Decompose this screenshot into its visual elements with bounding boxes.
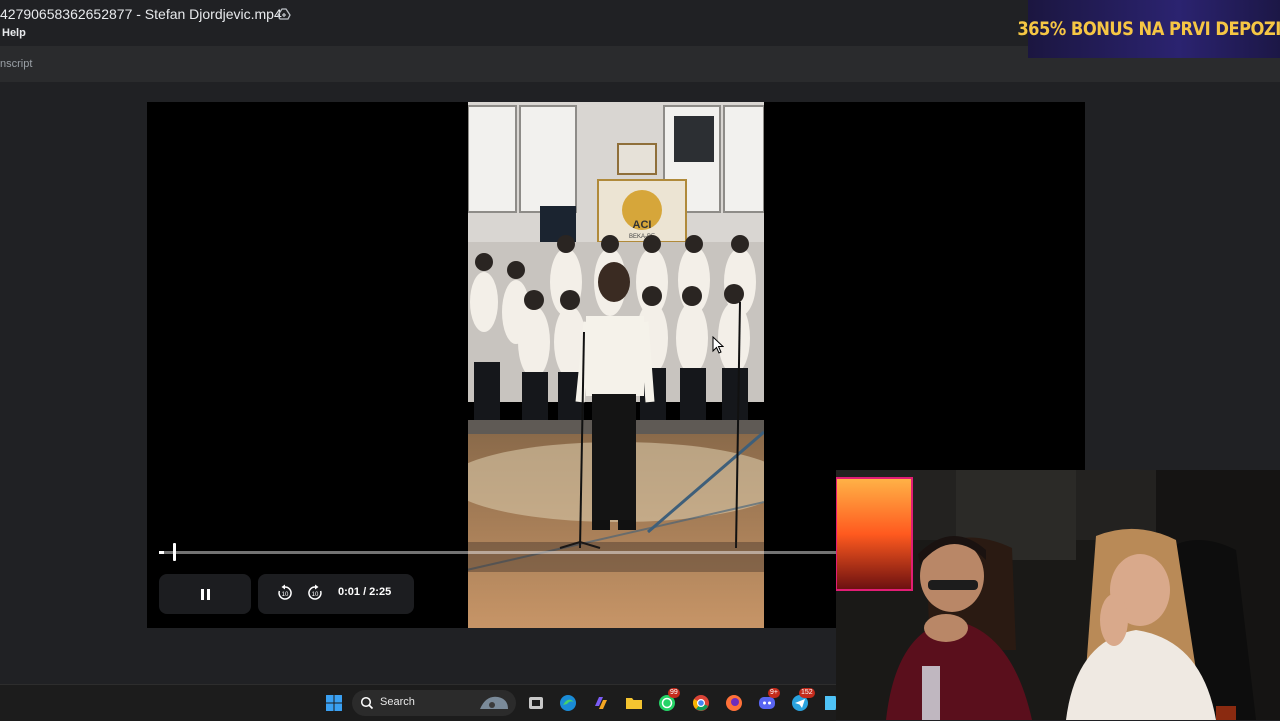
file-explorer-icon[interactable] <box>625 694 643 712</box>
svg-text:ACI: ACI <box>633 219 652 231</box>
progress-fill <box>159 551 164 554</box>
svg-text:10: 10 <box>312 592 319 598</box>
file-title: 4279065836265​2877 - Stefan Djordjevic.m… <box>0 6 282 22</box>
notepad-icon[interactable] <box>824 694 836 712</box>
progress-handle[interactable] <box>173 543 176 561</box>
search-icon <box>360 696 374 710</box>
search-highlight-icon <box>480 696 508 709</box>
rewind-10-icon[interactable]: 10 <box>276 584 294 602</box>
taskbar: Search 99 9+ 152 <box>0 684 836 721</box>
mouse-cursor-icon <box>712 336 724 354</box>
copilot-icon[interactable] <box>592 694 610 712</box>
webcam-overlay <box>836 470 1280 720</box>
video-frame[interactable]: ACI BEKA-BE <box>468 102 764 628</box>
ad-banner[interactable]: 365% BONUS NA PRVI DEPOZIT <box>1017 0 1280 58</box>
forward-10-icon[interactable]: 10 <box>306 584 324 602</box>
add-to-drive-icon[interactable] <box>276 7 292 23</box>
tab-transcript[interactable]: nscript <box>0 58 32 70</box>
pause-button[interactable] <box>159 574 251 614</box>
chrome-icon[interactable] <box>692 694 710 712</box>
windows-start-icon[interactable] <box>325 694 343 712</box>
taskbar-search[interactable]: Search <box>352 690 516 716</box>
video-scene-image: ACI BEKA-BE <box>468 102 764 628</box>
webcam-image <box>836 470 1280 720</box>
svg-text:10: 10 <box>282 592 289 598</box>
whatsapp-badge: 99 <box>668 688 680 698</box>
progress-track[interactable] <box>159 551 859 554</box>
edge-icon[interactable] <box>559 694 577 712</box>
firefox-icon[interactable] <box>725 694 743 712</box>
menu-help[interactable]: Help <box>2 27 26 39</box>
discord-badge: 9+ <box>768 688 780 698</box>
telegram-badge: 152 <box>799 688 815 698</box>
task-view-icon[interactable] <box>527 694 545 712</box>
time-display: 0:01 / 2:25 <box>338 586 392 598</box>
seek-controls: 10 10 0:01 / 2:25 <box>258 574 414 614</box>
search-label: Search <box>380 696 415 708</box>
ad-text: 365% BONUS NA PRVI DEPOZIT <box>1016 18 1280 40</box>
